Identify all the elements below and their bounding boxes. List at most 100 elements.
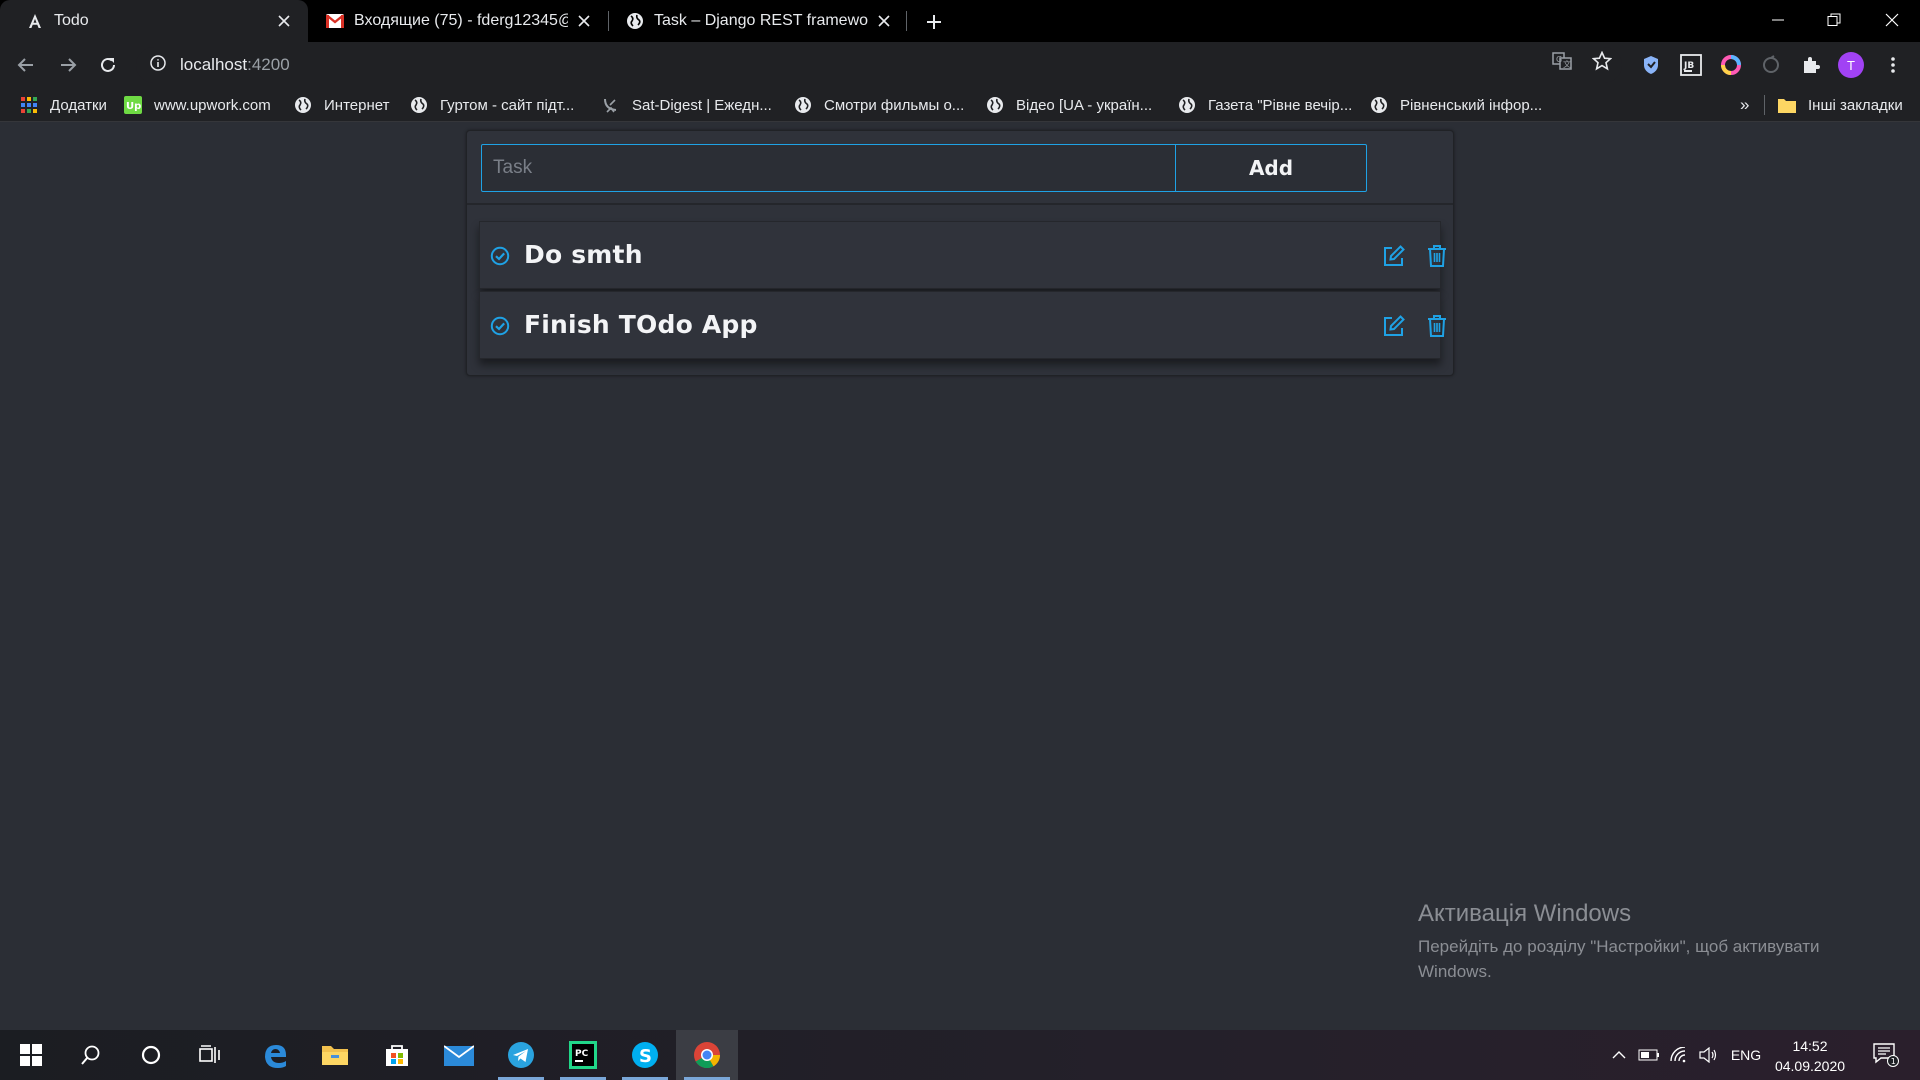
translate-icon[interactable]: G文	[1552, 51, 1572, 71]
wifi-icon	[1670, 1047, 1686, 1063]
network-button[interactable]	[1664, 1030, 1694, 1080]
browser-toolbar: localhost:4200 G文 JB T	[0, 42, 1920, 88]
windows-activation-watermark: Активація Windows Перейдіть до розділу "…	[1418, 900, 1858, 984]
address-bar[interactable]: localhost:4200	[136, 47, 1622, 83]
store-taskbar-button[interactable]	[366, 1030, 428, 1080]
add-task-form: Add	[467, 131, 1453, 205]
bookmark-rivne-info[interactable]: Рівненський інфор...	[1370, 93, 1542, 117]
tab-strip: Todo Входящие (75) - fderg12345@gm Task …	[0, 0, 1920, 42]
notification-count: 1	[1891, 1057, 1896, 1066]
search-icon	[81, 1045, 100, 1065]
color-ring-extension-icon[interactable]	[1716, 50, 1746, 80]
bookmark-label: Рівненський інфор...	[1400, 96, 1543, 114]
forward-button[interactable]	[52, 49, 84, 81]
file-explorer-taskbar-button[interactable]	[304, 1030, 366, 1080]
other-bookmarks-folder[interactable]: Інші закладки	[1778, 93, 1903, 117]
globe-icon	[1178, 96, 1196, 114]
battery-button[interactable]	[1634, 1030, 1664, 1080]
volume-button[interactable]	[1694, 1030, 1724, 1080]
trash-icon[interactable]	[1426, 244, 1448, 268]
globe-icon	[626, 12, 644, 30]
bookmark-upwork[interactable]: Up www.upwork.com	[124, 93, 271, 117]
check-circle-icon[interactable]	[490, 246, 510, 266]
task-title: Do smth	[524, 240, 643, 269]
globe-icon	[1370, 96, 1388, 114]
back-button[interactable]	[10, 49, 42, 81]
tab-separator	[906, 11, 907, 31]
restore-button[interactable]	[1806, 0, 1862, 40]
bookmarks-bar: Додатки Up www.upwork.com Интернет Гурто…	[0, 88, 1920, 122]
check-circle-icon[interactable]	[490, 316, 510, 336]
bookmark-films[interactable]: Смотри фильмы о...	[794, 93, 964, 117]
globe-icon	[794, 96, 812, 114]
clock-time: 14:52	[1792, 1038, 1828, 1054]
bookmark-star-icon[interactable]	[1592, 51, 1612, 71]
jetbrains-extension-icon[interactable]: JB	[1676, 50, 1706, 80]
bookmark-video-ua[interactable]: Відео [UA - україн...	[986, 93, 1152, 117]
clock[interactable]: 14:52 04.09.2020	[1760, 1036, 1860, 1076]
telegram-taskbar-button[interactable]	[490, 1030, 552, 1080]
tab-todo[interactable]: Todo	[0, 0, 308, 42]
extensions-puzzle-icon[interactable]	[1796, 50, 1826, 80]
add-button[interactable]: Add	[1175, 144, 1367, 192]
new-tab-button[interactable]	[920, 8, 948, 36]
edit-icon[interactable]	[1382, 314, 1406, 338]
cortana-button[interactable]	[120, 1030, 182, 1080]
url-host: localhost	[180, 55, 248, 74]
globe-icon	[410, 96, 428, 114]
bookmark-sat-digest[interactable]: Sat-Digest | Ежедн...	[602, 93, 772, 117]
globe-icon	[986, 96, 1004, 114]
bookmark-internet[interactable]: Интернет	[294, 93, 389, 117]
start-button[interactable]	[0, 1030, 62, 1080]
task-view-button[interactable]	[180, 1030, 242, 1080]
tab-title: Todo	[54, 12, 89, 29]
action-center-button[interactable]: 1	[1866, 1030, 1906, 1080]
search-button[interactable]	[60, 1030, 122, 1080]
task-item: Do smth	[479, 221, 1446, 289]
edit-icon[interactable]	[1382, 244, 1406, 268]
bookmark-label: www.upwork.com	[154, 96, 271, 114]
tab-django[interactable]: Task – Django REST framework	[600, 0, 908, 42]
close-tab-icon[interactable]	[574, 11, 594, 31]
close-tab-icon[interactable]	[274, 11, 294, 31]
bookmark-rivne-gazette[interactable]: Газета "Рівне вечір...	[1178, 93, 1352, 117]
windows-logo-icon	[20, 1044, 42, 1066]
chrome-taskbar-button[interactable]	[676, 1030, 738, 1080]
tab-gmail[interactable]: Входящие (75) - fderg12345@gm	[300, 0, 608, 42]
trash-icon[interactable]	[1426, 314, 1448, 338]
pycharm-taskbar-button[interactable]: PC	[552, 1030, 614, 1080]
chrome-icon	[694, 1042, 721, 1069]
activation-text: Перейдіть до розділу "Настройки", щоб ак…	[1418, 937, 1820, 981]
reload-button[interactable]	[92, 49, 124, 81]
task-input[interactable]	[481, 144, 1177, 192]
bookmark-label: Смотри фильмы о...	[824, 96, 965, 114]
skype-taskbar-button[interactable]: S	[614, 1030, 676, 1080]
close-tab-icon[interactable]	[874, 11, 894, 31]
language-indicator[interactable]: ENG	[1728, 1030, 1764, 1080]
edge-taskbar-button[interactable]	[244, 1030, 306, 1080]
menu-kebab-icon[interactable]	[1878, 50, 1908, 80]
activation-title: Активація Windows	[1418, 900, 1632, 927]
mail-taskbar-button[interactable]	[428, 1030, 490, 1080]
extension-label: JB	[1683, 61, 1694, 71]
show-hidden-icons-button[interactable]	[1604, 1030, 1634, 1080]
folder-icon	[322, 1046, 348, 1065]
task-view-icon	[199, 1045, 220, 1063]
bookmarks-overflow-button[interactable]: »	[1740, 93, 1749, 117]
svg-text:Up: Up	[126, 101, 141, 112]
battery-icon	[1638, 1049, 1659, 1061]
globe-icon	[294, 96, 312, 114]
bookmark-label: Інші закладки	[1808, 96, 1903, 114]
chevron-up-icon	[1612, 1051, 1626, 1059]
speaker-icon	[1699, 1047, 1717, 1063]
telegram-icon	[508, 1042, 534, 1068]
task-item: Finish TOdo App	[479, 291, 1446, 359]
bookmark-hurtom[interactable]: Гуртом - сайт підт...	[410, 93, 574, 117]
sync-extension-icon[interactable]	[1756, 50, 1786, 80]
info-icon[interactable]	[150, 54, 166, 76]
shield-extension-icon[interactable]	[1636, 50, 1666, 80]
minimize-button[interactable]	[1750, 0, 1806, 40]
close-window-button[interactable]	[1864, 0, 1920, 40]
bookmark-apps[interactable]: Додатки	[20, 93, 107, 117]
profile-avatar[interactable]: T	[1836, 50, 1866, 80]
